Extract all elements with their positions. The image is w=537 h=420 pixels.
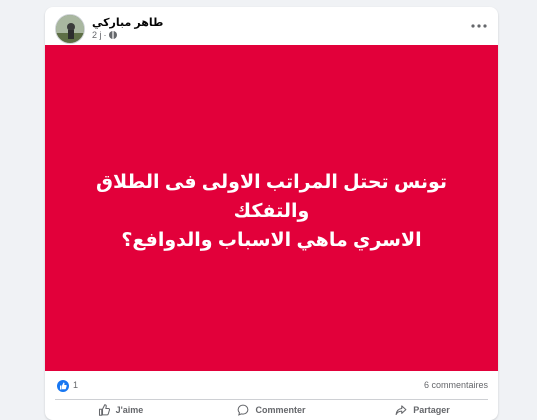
post-image-text-line2: الاسري ماهي الاسباب والدوافع؟: [121, 229, 422, 251]
thumbs-up-icon: [60, 382, 67, 390]
thumbs-up-icon: [98, 404, 110, 416]
comments-count[interactable]: 6 commentaires: [424, 380, 488, 390]
post-image-text: تونس تحتل المراتب الاولى فى الطلاق والتف…: [72, 162, 472, 255]
more-horizontal-icon: [471, 24, 487, 28]
author-name[interactable]: طاهر مباركي: [92, 16, 163, 29]
share-button[interactable]: Partager: [347, 400, 498, 420]
like-button[interactable]: J'aime: [45, 400, 196, 420]
share-button-label: Partager: [413, 405, 450, 415]
post-image-text-line1: تونس تحتل المراتب الاولى فى الطلاق والتف…: [96, 171, 447, 222]
like-button-label: J'aime: [115, 405, 144, 415]
post-image[interactable]: تونس تحتل المراتب الاولى فى الطلاق والتف…: [45, 45, 498, 371]
post-meta: 2 j ·: [92, 30, 117, 40]
post-actions: J'aime Commenter Partager: [45, 400, 498, 420]
author-avatar[interactable]: [55, 14, 85, 44]
post-card: طاهر مباركي 2 j · تونس تحتل المراتب الاو…: [45, 7, 498, 420]
avatar-image: [56, 15, 84, 43]
like-count[interactable]: 1: [73, 380, 78, 390]
post-stats: 1 6 commentaires: [45, 371, 498, 399]
globe-icon: [108, 31, 117, 39]
comment-icon: [238, 404, 249, 416]
like-reaction-icon[interactable]: [57, 380, 69, 392]
share-icon: [395, 405, 407, 416]
comment-button[interactable]: Commenter: [196, 400, 347, 420]
comment-button-label: Commenter: [255, 405, 306, 415]
post-time[interactable]: 2 j: [92, 30, 102, 40]
more-options-button[interactable]: [468, 15, 490, 37]
